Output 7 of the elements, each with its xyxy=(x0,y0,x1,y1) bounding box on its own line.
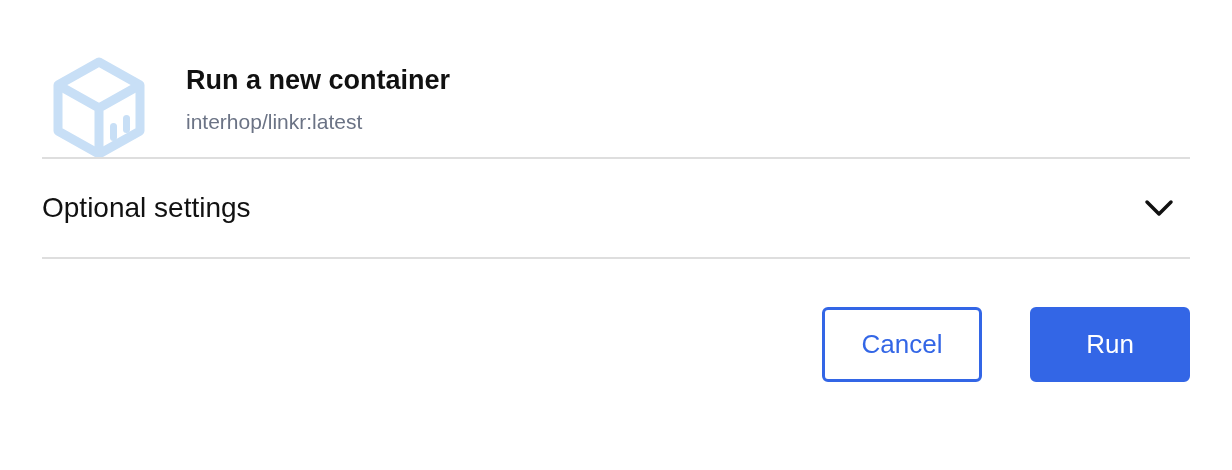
box-icon xyxy=(52,55,146,160)
dialog-title: Run a new container xyxy=(186,65,451,96)
image-name: interhop/linkr:latest xyxy=(186,110,364,134)
chevron-icon[interactable] xyxy=(1144,199,1174,217)
run-button[interactable]: Run xyxy=(1030,307,1190,382)
accordion-header[interactable]: Optional settings xyxy=(42,192,251,224)
cancel-button[interactable]: Cancel xyxy=(822,307,982,382)
